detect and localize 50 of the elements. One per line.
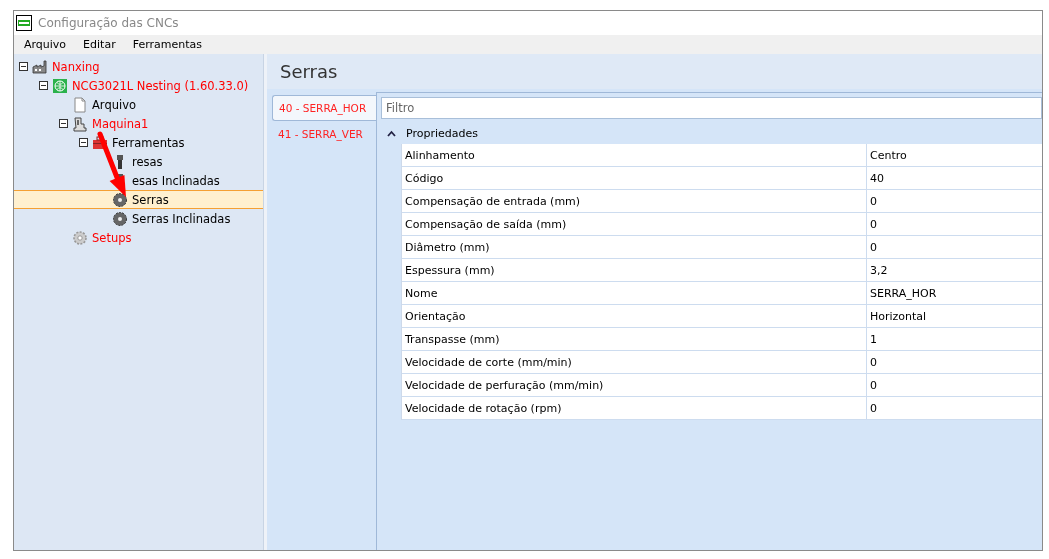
property-value[interactable]: 1	[867, 328, 1042, 350]
property-name: Velocidade de perfuração (mm/min)	[402, 374, 867, 396]
property-value[interactable]: 0	[867, 236, 1042, 258]
property-name: Código	[402, 167, 867, 189]
gear-icon	[112, 191, 128, 208]
property-name: Espessura (mm)	[402, 259, 867, 281]
property-value[interactable]: 40	[867, 167, 1042, 189]
toolbox-icon	[92, 134, 108, 151]
group-label: Propriedades	[406, 126, 478, 140]
property-name: Nome	[402, 282, 867, 304]
collapse-icon[interactable]	[79, 138, 88, 147]
factory-icon	[32, 58, 48, 75]
tree-item[interactable]: Ferramentas	[14, 133, 263, 152]
property-value[interactable]: 0	[867, 351, 1042, 373]
tree-item[interactable]: Serras Inclinadas	[14, 209, 263, 228]
menu-item[interactable]: Ferramentas	[126, 38, 213, 51]
collapse-icon[interactable]	[19, 62, 28, 71]
property-name: Compensação de entrada (mm)	[402, 190, 867, 212]
menu-item[interactable]: Arquivo	[18, 38, 78, 51]
property-name: Orientação	[402, 305, 867, 327]
filter-field[interactable]: Filtro	[381, 97, 1042, 119]
property-name: Velocidade de corte (mm/min)	[402, 351, 867, 373]
gear-icon	[72, 229, 88, 246]
globe-icon	[52, 77, 68, 94]
property-value[interactable]: SERRA_HOR	[867, 282, 1042, 304]
property-name: Transpasse (mm)	[402, 328, 867, 350]
property-value[interactable]: Centro	[867, 144, 1042, 166]
property-name: Diâmetro (mm)	[402, 236, 867, 258]
property-value[interactable]: 0	[867, 397, 1042, 419]
property-name: Alinhamento	[402, 144, 867, 166]
machine-icon	[72, 115, 88, 132]
property-value[interactable]: 3,2	[867, 259, 1042, 281]
property-value[interactable]: 0	[867, 190, 1042, 212]
panel-title: Serras	[267, 54, 1042, 89]
tree-item[interactable]: Arquivo	[14, 95, 263, 114]
tree-item[interactable]: Serras	[14, 190, 263, 209]
property-name: Compensação de saída (mm)	[402, 213, 867, 235]
gear-icon	[112, 210, 128, 227]
collapse-icon[interactable]	[59, 119, 68, 128]
window-title: Configuração das CNCs	[38, 16, 179, 30]
property-value[interactable]: Horizontal	[867, 305, 1042, 327]
property-value[interactable]: 0	[867, 374, 1042, 396]
menu-item[interactable]: Editar	[77, 38, 127, 51]
tree-item[interactable]: resas	[14, 152, 263, 171]
document-icon	[72, 96, 88, 113]
collapse-chevron-icon[interactable]	[387, 129, 396, 137]
collapse-icon[interactable]	[39, 81, 48, 90]
property-value[interactable]: 0	[867, 213, 1042, 235]
tab[interactable]: 40 - SERRA_HOR	[272, 95, 376, 121]
property-name: Velocidade de rotação (rpm)	[402, 397, 867, 419]
